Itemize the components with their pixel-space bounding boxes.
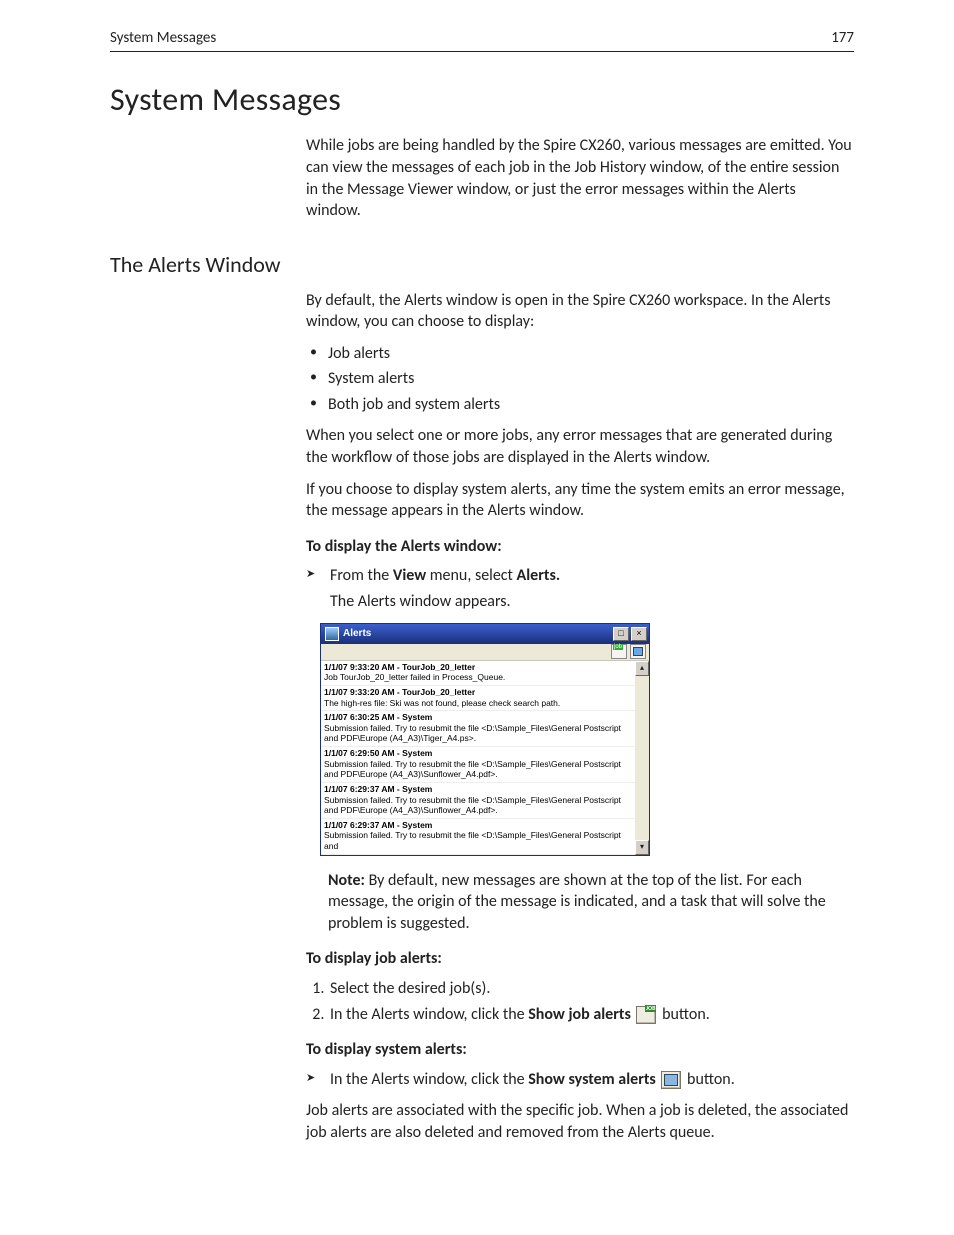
header-rule <box>110 51 854 52</box>
show-system-alerts-icon <box>661 1071 681 1089</box>
scrollbar[interactable]: ▴ ▾ <box>635 661 649 855</box>
alerts-toolbar <box>321 644 649 661</box>
show-system-alerts-icon[interactable] <box>630 644 646 659</box>
show-job-alerts-icon[interactable] <box>611 644 627 659</box>
scroll-track[interactable] <box>635 676 649 840</box>
procedure-heading: To display system alerts: <box>306 1040 467 1059</box>
note-label: Note: <box>328 871 365 890</box>
alert-entry[interactable]: 1/1/07 9:33:20 AM - TourJob_20_letter Jo… <box>321 661 635 686</box>
section-p2: When you select one or more jobs, any er… <box>306 425 854 468</box>
scroll-down-button[interactable]: ▾ <box>635 840 649 855</box>
page-number: 177 <box>831 28 854 48</box>
arrow-step: From the View menu, select Alerts. <box>306 565 854 587</box>
alerts-titlebar[interactable]: Alerts □ × <box>321 624 649 644</box>
section-p1: By default, the Alerts window is open in… <box>306 290 854 333</box>
final-paragraph: Job alerts are associated with the speci… <box>306 1100 854 1143</box>
alert-entry[interactable]: 1/1/07 6:30:25 AM - System Submission fa… <box>321 711 635 747</box>
step-item: In the Alerts window, click the Show job… <box>328 1004 854 1026</box>
scroll-up-button[interactable]: ▴ <box>635 661 649 676</box>
button-name: Show job alerts <box>528 1005 631 1024</box>
procedure-heading: To display the Alerts window: <box>306 537 502 556</box>
menu-item: Alerts. <box>517 566 561 585</box>
page-title: System Messages <box>110 78 854 121</box>
window-icon <box>325 627 339 641</box>
step-result: The Alerts window appears. <box>330 591 854 613</box>
button-name: Show system alerts <box>528 1070 656 1089</box>
bullet-list: Job alerts System alerts Both job and sy… <box>306 343 854 416</box>
alert-entry[interactable]: 1/1/07 9:33:20 AM - TourJob_20_letter Th… <box>321 686 635 711</box>
list-item: Both job and system alerts <box>306 394 854 416</box>
list-item: System alerts <box>306 368 854 390</box>
alerts-window-title: Alerts <box>343 627 611 641</box>
alerts-window: Alerts □ × 1/1/07 9:33:20 AM - TourJob_2… <box>320 623 650 856</box>
note-paragraph: Note: By default, new messages are shown… <box>328 870 854 935</box>
alerts-list: 1/1/07 9:33:20 AM - TourJob_20_letter Jo… <box>321 661 635 855</box>
alert-entry[interactable]: 1/1/07 6:29:50 AM - System Submission fa… <box>321 747 635 783</box>
list-item: Job alerts <box>306 343 854 365</box>
menu-name: View <box>393 566 426 585</box>
alert-entry[interactable]: 1/1/07 6:29:37 AM - System Submission fa… <box>321 819 635 855</box>
intro-paragraph: While jobs are being handled by the Spir… <box>306 135 854 221</box>
minimize-button[interactable]: □ <box>613 627 629 641</box>
running-head: System Messages <box>110 28 216 48</box>
procedure-heading: To display job alerts: <box>306 949 442 968</box>
show-job-alerts-icon <box>636 1006 656 1024</box>
close-button[interactable]: × <box>631 627 647 641</box>
section-p3: If you choose to display system alerts, … <box>306 479 854 522</box>
ordered-steps: Select the desired job(s). In the Alerts… <box>306 978 854 1025</box>
step-item: Select the desired job(s). <box>328 978 854 1000</box>
arrow-step: In the Alerts window, click the Show sys… <box>306 1069 854 1091</box>
section-heading: The Alerts Window <box>110 250 854 280</box>
alert-entry[interactable]: 1/1/07 6:29:37 AM - System Submission fa… <box>321 783 635 819</box>
